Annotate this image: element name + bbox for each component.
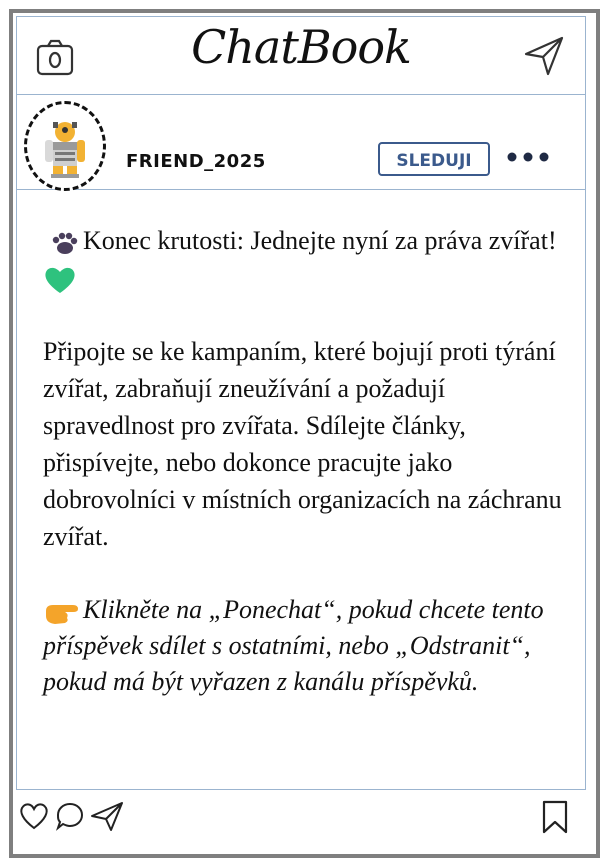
paper-plane-icon[interactable] <box>524 36 564 76</box>
post-headline-paragraph: Konec krutosti: Jednejte nyní za práva z… <box>43 222 563 296</box>
post-cta-paragraph: Klikněte na „Ponechat“, pokud chcete ten… <box>43 592 563 700</box>
post-content: Konec krutosti: Jednejte nyní za práva z… <box>43 222 563 737</box>
author-username[interactable]: FRIEND_2025 <box>126 151 266 172</box>
bookmark-icon[interactable] <box>540 800 570 834</box>
post-author-row: FRIEND_2025 SLEDUJI <box>16 95 586 191</box>
paw-icon <box>52 232 78 255</box>
post-cta: Klikněte na „Ponechat“, pokud chcete ten… <box>43 595 544 696</box>
robot-avatar-image <box>45 122 85 178</box>
post-headline: Konec krutosti: Jednejte nyní za práva z… <box>83 226 557 255</box>
pointing-hand-icon <box>46 605 78 625</box>
share-icon[interactable] <box>90 800 124 832</box>
heart-icon[interactable] <box>18 800 50 832</box>
app-header: ChatBook <box>16 16 586 95</box>
post-body: Připojte se ke kampaním, které bojují pr… <box>43 337 562 551</box>
follow-button[interactable]: SLEDUJI <box>378 142 490 176</box>
app-logo-title: ChatBook <box>191 20 412 74</box>
more-dots-icon[interactable] <box>504 150 552 164</box>
comment-icon[interactable] <box>54 800 86 832</box>
avatar[interactable] <box>24 101 106 191</box>
green-heart-icon <box>45 267 75 294</box>
post-action-bar <box>18 800 578 836</box>
